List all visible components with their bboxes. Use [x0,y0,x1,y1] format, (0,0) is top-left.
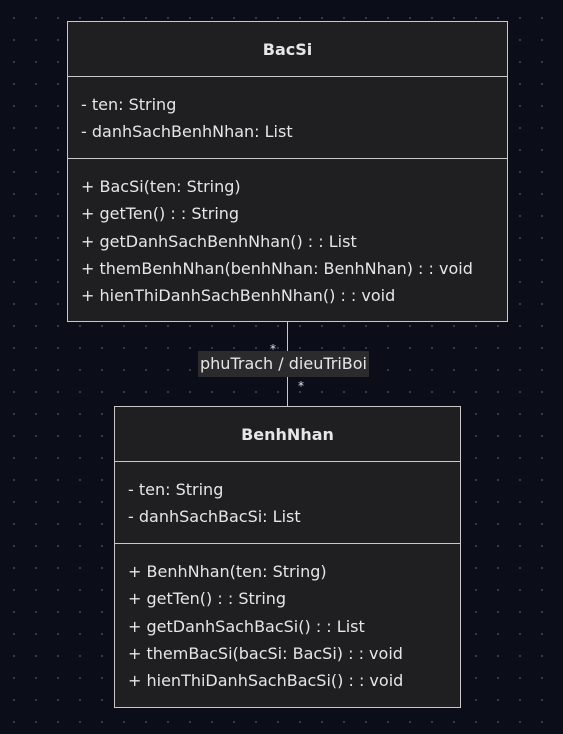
class-bacsi-name: BacSi [68,22,507,77]
class-bacsi-attributes: - ten: String - danhSachBenhNhan: List [68,77,507,159]
attribute: - danhSachBacSi: List [128,507,301,527]
method: + BenhNhan(ten: String) [128,562,327,581]
attribute: - danhSachBenhNhan: List [81,122,293,142]
class-benhnhan-name: BenhNhan [115,407,460,462]
method: + themBacSi(bacSi: BacSi) : : void [128,643,403,663]
attribute: - ten: String [81,95,177,114]
method: + hienThiDanhSachBacSi() : : void [128,671,404,691]
association-label: phuTrach / dieuTriBoi [198,351,369,377]
method: + getDanhSachBacSi() : : List [128,616,365,636]
class-bacsi[interactable]: BacSi - ten: String - danhSachBenhNhan: … [67,21,508,322]
method: + hienThiDanhSachBenhNhan() : : void [81,286,396,306]
class-benhnhan-attributes: - ten: String - danhSachBacSi: List [115,462,460,544]
method: + themBenhNhan(benhNhan: BenhNhan) : : v… [81,258,473,278]
class-benhnhan[interactable]: BenhNhan - ten: String - danhSachBacSi: … [114,406,461,708]
attribute: - ten: String [128,480,224,499]
method: + getTen() : : String [128,589,287,609]
method: + getDanhSachBenhNhan() : : List [81,231,357,251]
class-bacsi-methods: + BacSi(ten: String) + getTen() : : Stri… [68,159,507,309]
class-benhnhan-methods: + BenhNhan(ten: String) + getTen() : : S… [115,544,460,694]
method: + BacSi(ten: String) [81,177,241,196]
target-multiplicity: * [298,379,304,393]
method: + getTen() : : String [81,204,240,224]
